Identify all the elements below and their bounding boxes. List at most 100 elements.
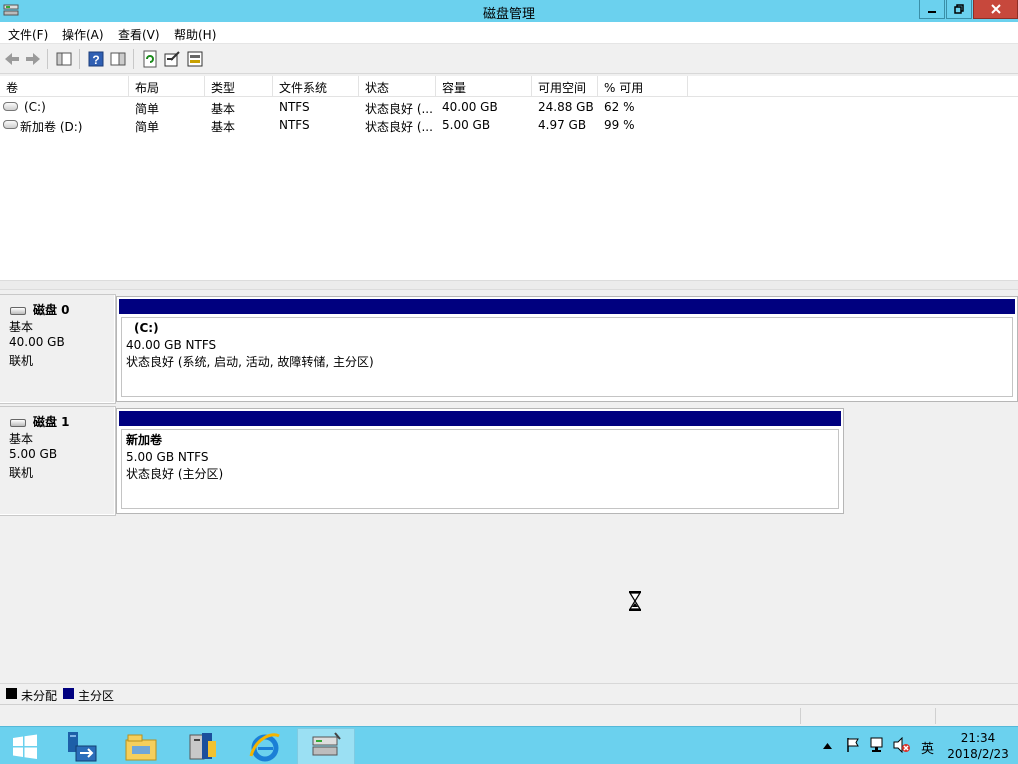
disk-graphical-view: 磁盘 0 基本 40.00 GB 联机 (C:) 40.00 GB NTFS 状… (0, 290, 1018, 682)
disk-name: 磁盘 0 (33, 303, 70, 317)
partition-d[interactable]: 新加卷 5.00 GB NTFS 状态良好 (主分区) (121, 429, 839, 509)
help-icon[interactable]: ? (87, 50, 105, 68)
volume-free-space: 24.88 GB (538, 100, 594, 114)
column-header-volume[interactable]: 卷 (0, 76, 129, 97)
disk-state: 联机 (9, 466, 34, 480)
disk-management-icon (312, 731, 341, 755)
close-button[interactable] (973, 0, 1018, 19)
taskbar-internet-explorer[interactable] (236, 728, 294, 764)
refresh-icon[interactable] (141, 50, 159, 68)
pane-splitter[interactable] (0, 280, 1018, 290)
clock-date: 2018/2/23 (947, 747, 1009, 761)
taskbar-powershell[interactable] (174, 728, 232, 764)
minimize-icon (928, 11, 936, 13)
volume-free-space: 4.97 GB (538, 118, 587, 132)
status-bar-segment (800, 708, 935, 724)
disk-icon (10, 419, 26, 427)
partition-c[interactable]: (C:) 40.00 GB NTFS 状态良好 (系统, 启动, 活动, 故障转… (121, 317, 1013, 397)
powershell-icon (189, 732, 216, 759)
column-header-filesystem[interactable]: 文件系统 (273, 76, 359, 97)
file-explorer-icon (125, 734, 157, 760)
settings-icon[interactable] (163, 50, 181, 68)
taskbar: 英 21:34 2018/2/23 (0, 726, 1018, 764)
volume-icon (3, 120, 18, 129)
volume-list-header: 卷 布局 类型 文件系统 状态 容量 可用空间 % 可用 (0, 76, 1018, 97)
disk-name: 磁盘 1 (33, 415, 70, 429)
volume-list: 卷 布局 类型 文件系统 状态 容量 可用空间 % 可用 (C:) 简单 基本 … (0, 76, 1018, 280)
volume-status: 状态良好 (... (365, 102, 433, 116)
minimize-button[interactable] (919, 0, 945, 19)
busy-cursor-icon (628, 591, 642, 611)
partition-size-fs: 40.00 GB NTFS (126, 338, 217, 352)
primary-partition-bar (119, 411, 841, 426)
rescan-disks-icon[interactable] (186, 50, 204, 68)
legend: 未分配 主分区 (0, 683, 1018, 704)
menu-file[interactable]: 文件(F) (8, 26, 48, 43)
volume-type: 基本 (211, 120, 236, 134)
volume-name: (C:) (24, 100, 46, 114)
back-arrow-icon[interactable] (3, 50, 21, 68)
network-icon[interactable] (869, 737, 885, 753)
start-button[interactable] (0, 728, 50, 764)
forward-arrow-icon[interactable] (24, 50, 42, 68)
console-tree-icon[interactable] (55, 50, 73, 68)
menu-help[interactable]: 帮助(H) (174, 26, 216, 43)
column-header-free-space[interactable]: 可用空间 (532, 76, 598, 97)
disk-state: 联机 (9, 354, 34, 368)
taskbar-server-manager[interactable] (52, 728, 110, 764)
status-bar (0, 704, 1018, 726)
restore-button[interactable] (946, 0, 972, 19)
window-title: 磁盘管理 (482, 7, 535, 22)
column-header-status[interactable]: 状态 (359, 76, 436, 97)
toolbar: ? (0, 44, 1018, 74)
menu-action[interactable]: 操作(A) (62, 26, 104, 43)
volume-status: 状态良好 (... (365, 120, 433, 134)
taskbar-disk-management[interactable] (297, 728, 355, 764)
show-hidden-icons-icon[interactable] (823, 743, 832, 749)
legend-unallocated-label: 未分配 (21, 689, 58, 703)
legend-primary-label: 主分区 (78, 689, 115, 703)
volume-layout: 简单 (135, 120, 160, 134)
properties-pane-icon[interactable] (109, 50, 127, 68)
disk-type: 基本 (9, 432, 34, 446)
partition-name: 新加卷 (126, 433, 163, 447)
disk-0-label[interactable]: 磁盘 0 基本 40.00 GB 联机 (0, 294, 116, 404)
volume-capacity: 40.00 GB (442, 100, 498, 114)
column-header-type[interactable]: 类型 (205, 76, 273, 97)
column-header-percent-free[interactable]: % 可用 (598, 76, 688, 97)
disk-1-label[interactable]: 磁盘 1 基本 5.00 GB 联机 (0, 406, 116, 516)
server-manager-icon (68, 731, 97, 761)
volume-percent-free: 99 % (604, 118, 635, 132)
column-header-capacity[interactable]: 容量 (436, 76, 532, 97)
system-clock[interactable]: 21:34 2018/2/23 (943, 730, 1013, 762)
toolbar-separator (47, 49, 48, 69)
partition-name: (C:) (134, 321, 159, 335)
disk-1-partitions: 新加卷 5.00 GB NTFS 状态良好 (主分区) (116, 408, 844, 514)
disk-0-partitions: (C:) 40.00 GB NTFS 状态良好 (系统, 启动, 活动, 故障转… (116, 296, 1018, 402)
ime-indicator[interactable]: 英 (921, 738, 934, 757)
volume-icon (3, 102, 18, 111)
disk-icon (10, 307, 26, 315)
legend-primary-swatch (63, 688, 74, 699)
menu-view[interactable]: 查看(V) (118, 26, 160, 43)
volume-type: 基本 (211, 102, 236, 116)
volume-muted-icon[interactable] (893, 737, 911, 753)
partition-status: 状态良好 (系统, 启动, 活动, 故障转储, 主分区) (126, 355, 374, 369)
status-bar-segment (935, 708, 1018, 724)
partition-size-fs: 5.00 GB NTFS (126, 450, 209, 464)
volume-capacity: 5.00 GB (442, 118, 491, 132)
disk-size: 40.00 GB (9, 335, 65, 349)
taskbar-file-explorer[interactable] (112, 728, 170, 764)
title-bar: 磁盘管理 (0, 0, 1018, 22)
column-header-layout[interactable]: 布局 (129, 76, 205, 97)
volume-row[interactable]: (C:) 简单 基本 NTFS 状态良好 (... 40.00 GB 24.88… (0, 98, 1018, 116)
partition-status: 状态良好 (主分区) (126, 467, 224, 481)
menu-bar: 文件(F) 操作(A) 查看(V) 帮助(H) (0, 22, 1018, 44)
volume-filesystem: NTFS (279, 100, 310, 114)
volume-row[interactable]: 新加卷 (D:) 简单 基本 NTFS 状态良好 (... 5.00 GB 4.… (0, 116, 1018, 134)
primary-partition-bar (119, 299, 1015, 314)
disk-size: 5.00 GB (9, 447, 58, 461)
action-center-flag-icon[interactable] (845, 737, 861, 753)
volume-percent-free: 62 % (604, 100, 635, 114)
clock-time: 21:34 (960, 731, 996, 745)
